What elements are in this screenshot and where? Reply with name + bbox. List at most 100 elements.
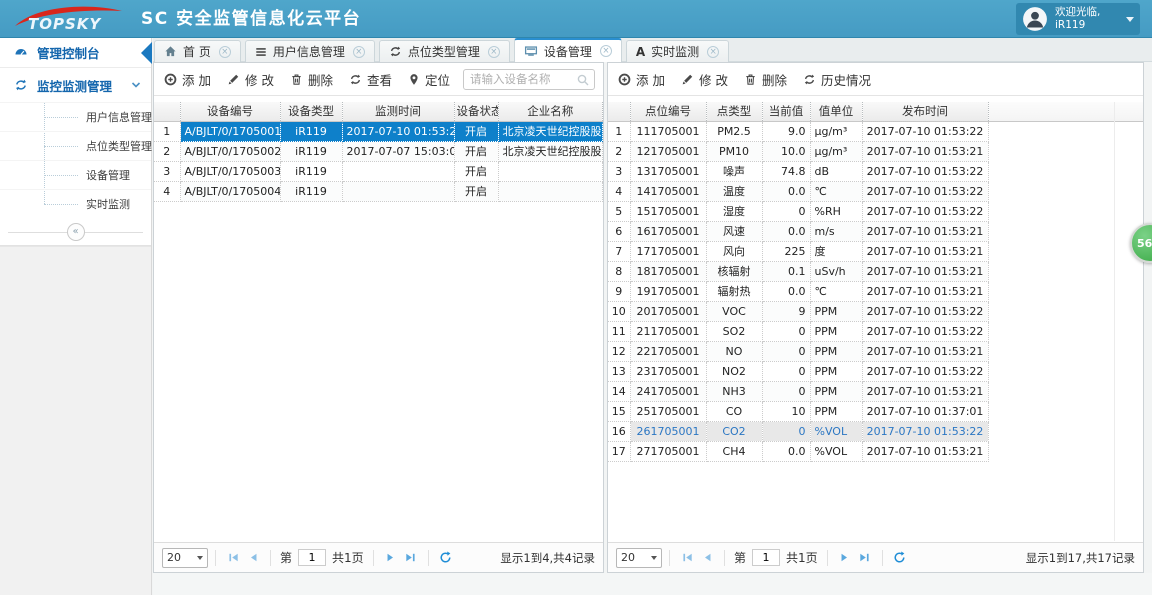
filler-cell [988,241,1143,261]
add-button[interactable]: 添 加 [618,70,665,89]
refresh-icon[interactable] [436,548,456,568]
table-row[interactable]: 1 111705001 PM2.5 9.0 μg/m³ 2017-07-10 01:53:… [608,121,1143,142]
cell: 2017-07-10 01:53:21 [862,261,989,282]
column-header[interactable]: 发布时间 [862,102,989,122]
cell: 湿度 [706,201,763,222]
table-row[interactable]: 9 191705001 辐射热 0.0 ℃ 2017-07-10 01:53:21 [608,281,1143,302]
table-row[interactable]: 13 231705001 NO2 0 PPM 2017-07-10 01:53:22 [608,361,1143,382]
column-header[interactable]: 点位编号 [630,102,707,122]
cell: 141705001 [630,181,707,202]
tab-realtime-monitor[interactable]: A 实时监测 [625,40,730,62]
first-page-button[interactable] [677,548,697,568]
last-page-button[interactable] [855,548,875,568]
filler-cell [988,121,1143,141]
collapse-sidebar-button[interactable] [66,222,85,241]
list-icon [255,46,267,58]
table-row[interactable]: 15 251705001 CO 10 PPM 2017-07-10 01:37:01 [608,401,1143,422]
page-number-input[interactable] [298,549,327,566]
prev-page-button[interactable] [697,548,717,568]
delete-button[interactable]: 删除 [744,70,787,89]
cell: %VOL [810,441,863,462]
table-row[interactable]: 3 A/BJLT/0/1705003 iR119 开启 [154,161,603,182]
next-page-button[interactable] [835,548,855,568]
tab-home[interactable]: 首 页 [154,40,241,62]
sidebar-item-point-type[interactable]: 点位类型管理 [0,131,152,160]
sidebar-item-console[interactable]: 管理控制台 [0,38,152,68]
search-input[interactable] [470,71,574,88]
table-row[interactable]: 10 201705001 VOC 9 PPM 2017-07-10 01:53:22 [608,301,1143,322]
page-size-select[interactable]: 20 [162,547,208,568]
cell: 0.0 [762,181,811,202]
filler-cell [988,161,1143,181]
column-header[interactable]: 监测时间 [342,102,455,122]
refresh-icon[interactable] [890,548,910,568]
table-row[interactable]: 8 181705001 核辐射 0.1 uSv/h 2017-07-10 01:53:21 [608,261,1143,282]
table-row[interactable]: 4 141705001 温度 0.0 ℃ 2017-07-10 01:53:22 [608,181,1143,202]
view-button[interactable]: 查看 [349,70,392,89]
column-header[interactable]: 企业名称 [498,102,603,122]
table-row[interactable]: 11 211705001 SO2 0 PPM 2017-07-10 01:53:22 [608,321,1143,342]
column-header[interactable]: 设备类型 [280,102,343,122]
cell: PM10 [706,141,763,162]
chevron-down-icon [131,82,141,88]
search-icon[interactable] [576,73,590,87]
cell: 2017-07-10 01:53:22 [862,421,989,442]
cell: 开启 [454,161,499,182]
tab-device-management[interactable]: 设备管理 [513,38,622,62]
table-row[interactable]: 6 161705001 风速 0.0 m/s 2017-07-10 01:53:21 [608,221,1143,242]
point-toolbar: 添 加 修 改 删除 历史情况 [608,63,1143,96]
user-menu[interactable]: 欢迎光临, iR119 [1016,3,1140,35]
table-row[interactable]: 7 171705001 风向 225 度 2017-07-10 01:53:21 [608,241,1143,262]
close-icon[interactable] [707,45,720,58]
cell: 74.8 [762,161,811,182]
tab-point-type[interactable]: 点位类型管理 [378,40,510,62]
next-page-button[interactable] [381,548,401,568]
cell: 261705001 [630,421,707,442]
close-icon[interactable] [352,45,365,58]
column-header[interactable]: 当前值 [762,102,811,122]
column-header[interactable]: 设备编号 [180,102,281,122]
header-row: 设备编号 设备类型 监测时间 设备状态 企业名称 [154,102,603,122]
close-icon[interactable] [487,45,500,58]
table-row[interactable]: 12 221705001 NO 0 PPM 2017-07-10 01:53:21 [608,341,1143,362]
cell: PPM [810,381,863,402]
cell: CO2 [706,421,763,442]
last-page-button[interactable] [401,548,421,568]
tab-user-info[interactable]: 用户信息管理 [244,40,375,62]
close-icon[interactable] [599,45,612,57]
page-size-select[interactable]: 20 [616,547,662,568]
column-header[interactable]: 值单位 [810,102,863,122]
locate-button[interactable]: 定位 [408,70,450,89]
column-header[interactable]: 设备状态 [454,102,499,122]
edit-button[interactable]: 修 改 [227,70,274,89]
cell: 0 [762,361,811,382]
table-row[interactable]: 5 151705001 湿度 0 %RH 2017-07-10 01:53:22 [608,201,1143,222]
table-row[interactable]: 2 A/BJLT/0/1705002 iR119 2017-07-07 15:03:0… [154,141,603,162]
table-row[interactable]: 17 271705001 CH4 0.0 %VOL 2017-07-10 01:53:21 [608,441,1143,462]
table-row[interactable]: 1 A/BJLT/0/1705001 iR119 2017-07-10 01:53:2… [154,121,603,142]
history-button[interactable]: 历史情况 [803,70,871,89]
sidebar-item-realtime[interactable]: 实时监测 [0,189,151,218]
chevron-down-icon [1126,16,1134,22]
table-row[interactable]: 16 261705001 CO2 0 %VOL 2017-07-10 01:53:22 [608,421,1143,442]
edit-button[interactable]: 修 改 [681,70,728,89]
sidebar-item-user-info[interactable]: 用户信息管理 [0,102,152,131]
column-header[interactable]: 点类型 [706,102,763,122]
cell: 开启 [454,121,499,142]
table-row[interactable]: 4 A/BJLT/0/1705004 iR119 开启 [154,181,603,202]
table-row[interactable]: 2 121705001 PM10 10.0 μg/m³ 2017-07-10 01:53:… [608,141,1143,162]
sidebar-item-device[interactable]: 设备管理 [0,160,151,189]
loop-icon [16,79,26,91]
add-button[interactable]: 添 加 [164,70,211,89]
cell: A/BJLT/0/1705004 [180,181,281,202]
table-row[interactable]: 3 131705001 噪声 74.8 dB 2017-07-10 01:53:22 [608,161,1143,182]
prev-page-button[interactable] [243,548,263,568]
page-number-input[interactable] [752,549,781,566]
first-page-button[interactable] [223,548,243,568]
table-row[interactable]: 14 241705001 NH3 0 PPM 2017-07-10 01:53:21 [608,381,1143,402]
sidebar-group-monitoring[interactable]: 监控监测管理 [0,68,151,102]
cell: A/BJLT/0/1705001 [180,121,281,142]
cell: 风速 [706,221,763,242]
close-icon[interactable] [218,45,231,58]
delete-button[interactable]: 删除 [290,70,333,89]
